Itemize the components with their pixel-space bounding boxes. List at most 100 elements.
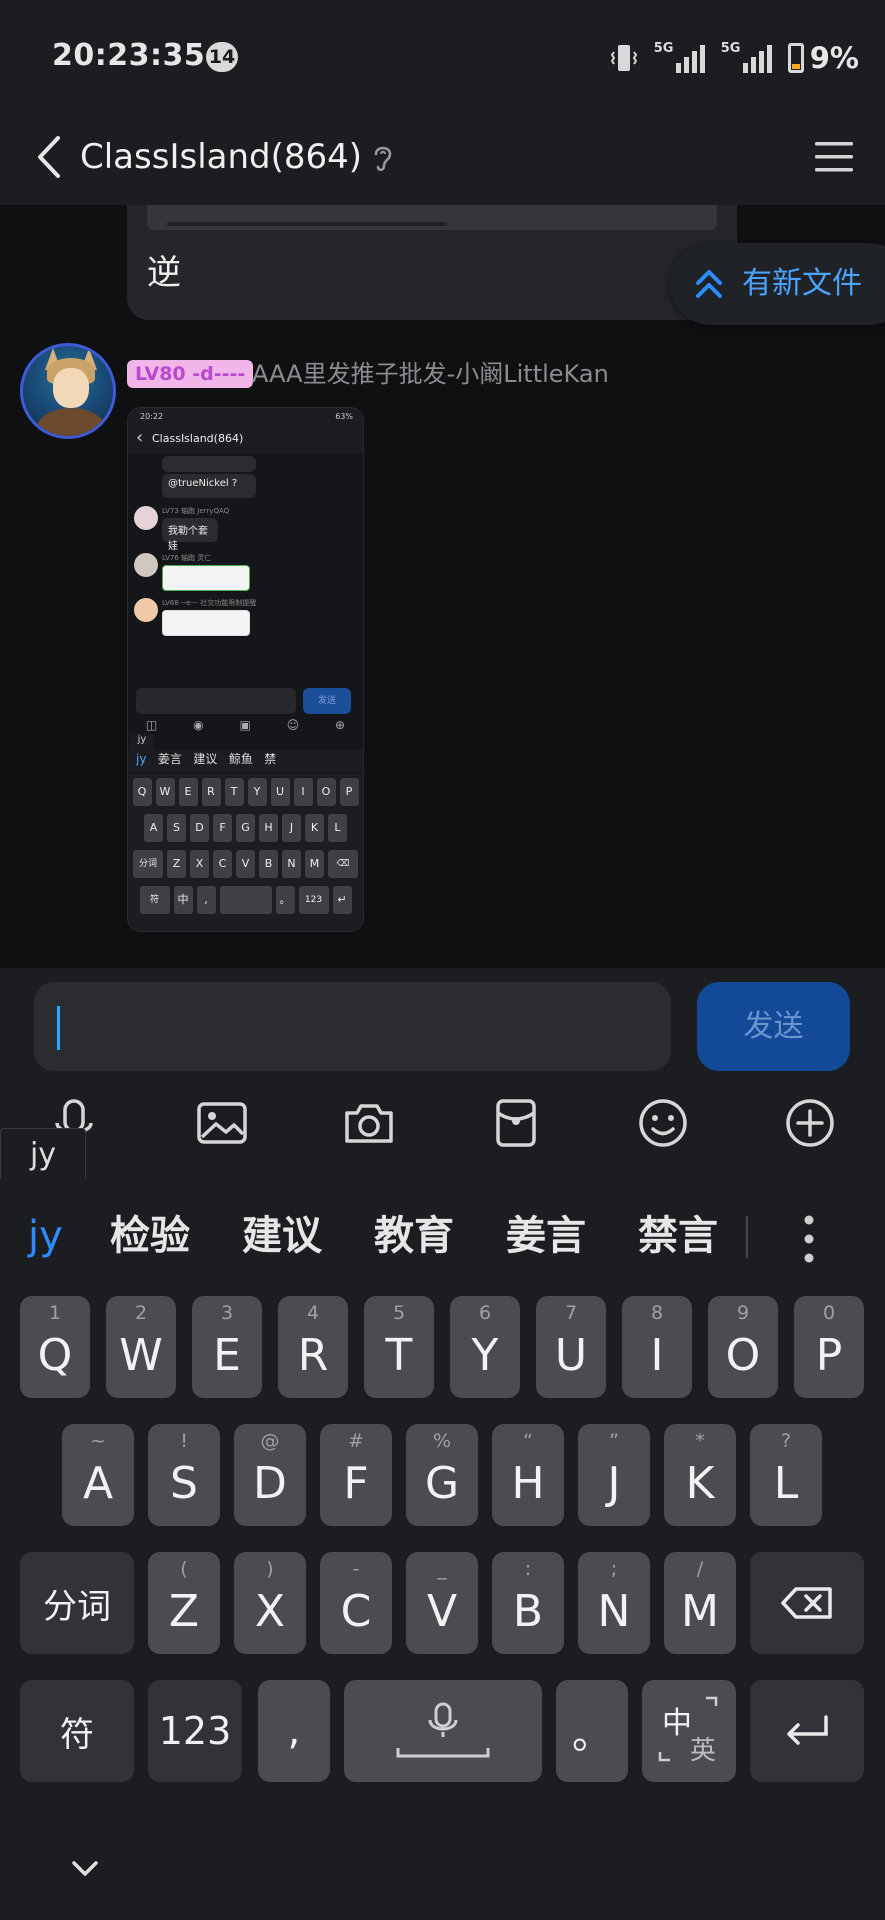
thumb-status-bar: 20:22 63% — [128, 408, 363, 424]
emoji-icon[interactable] — [637, 1097, 689, 1149]
key-w[interactable]: 2W — [106, 1296, 176, 1398]
space-microphone-icon — [396, 1702, 490, 1758]
key-i[interactable]: 8I — [622, 1296, 692, 1398]
image-message[interactable]: 20:22 63% ClassIsland(864) @trueNickel ?… — [127, 407, 364, 932]
key-t[interactable]: 5T — [364, 1296, 434, 1398]
key-d[interactable]: @ D — [234, 1424, 306, 1526]
thumb-user-name: LV73 轴跑 JerryQAQ — [162, 507, 230, 515]
key-x[interactable]: ) X — [234, 1552, 306, 1654]
candidate-bar: jy 检验 建议 教育 姜言 禁言 — [0, 1178, 885, 1294]
language-brackets-icon — [658, 1696, 718, 1762]
candidate-pinyin[interactable]: jy — [28, 1208, 63, 1264]
candidate-1[interactable]: 检验 — [110, 1208, 190, 1264]
key-r[interactable]: 4R — [278, 1296, 348, 1398]
key-c[interactable]: -C — [320, 1552, 392, 1654]
message-input[interactable] — [34, 982, 671, 1071]
composer-toolbar — [0, 1073, 885, 1178]
enter-key[interactable] — [750, 1680, 864, 1782]
image-icon[interactable] — [196, 1097, 248, 1149]
key-u[interactable]: 7U — [536, 1296, 606, 1398]
chat-message-list[interactable]: 逆 有新文件 LV80 -d---- AAA里发推子批发-小阚LittleKan… — [0, 205, 885, 968]
thumb-card — [162, 565, 250, 591]
message-composer: 发送 — [0, 968, 885, 1073]
thumb-card — [162, 610, 250, 636]
status-indicators: 5G 5G 9% — [610, 38, 859, 78]
space-key[interactable] — [344, 1680, 542, 1782]
status-bar: 20:23:35 14 5G 5G 9% — [0, 0, 885, 110]
chat-title[interactable]: ClassIsland(864) — [80, 132, 362, 182]
symbols-key[interactable]: 符 — [20, 1680, 134, 1782]
signal-1-icon: 5G — [654, 41, 705, 73]
thumb-toolbar: ◫ ◉ ▣ ☺ ⊕ — [145, 718, 346, 732]
new-file-label: 有新文件 — [742, 266, 862, 301]
double-chevron-up-icon — [696, 270, 722, 298]
thumb-quote-bubble — [162, 456, 256, 472]
previous-message-bubble[interactable]: 逆 — [127, 205, 737, 320]
sender-avatar[interactable] — [20, 343, 116, 439]
key-b[interactable]: :B — [492, 1552, 564, 1654]
thumb-message: 我勒个套娃 — [162, 518, 218, 552]
send-button[interactable]: 发送 — [697, 982, 850, 1071]
key-l[interactable]: ? L — [750, 1424, 822, 1526]
new-file-button[interactable]: 有新文件 — [670, 243, 885, 325]
backspace-key[interactable] — [750, 1552, 864, 1654]
key-s[interactable]: ! S — [148, 1424, 220, 1526]
comma-key[interactable]: , — [258, 1680, 330, 1782]
key-p[interactable]: 0P — [794, 1296, 864, 1398]
battery-icon — [787, 43, 804, 73]
thumb-header: ClassIsland(864) — [128, 424, 363, 454]
red-packet-icon[interactable] — [490, 1097, 542, 1149]
status-time: 20:23:35 — [52, 38, 206, 73]
thumb-input — [136, 688, 296, 714]
key-n[interactable]: ; N — [578, 1552, 650, 1654]
previous-message-text: 逆 — [147, 253, 181, 293]
quoted-image-preview — [147, 205, 717, 230]
chat-header: ClassIsland(864) — [0, 110, 885, 205]
key-h[interactable]: “H — [492, 1424, 564, 1526]
sender-name[interactable]: AAA里发推子批发-小阚LittleKan — [252, 357, 609, 391]
candidate-divider — [746, 1216, 748, 1258]
camera-icon[interactable] — [343, 1097, 395, 1149]
thumb-message: @trueNickel ? — [162, 474, 256, 498]
thumb-keyboard: QW ER TY UI OP AS DF GH JK L 分词 ZX CV BN… — [128, 774, 363, 931]
key-k[interactable]: * K — [664, 1424, 736, 1526]
key-q[interactable]: 1Q — [20, 1296, 90, 1398]
thumb-avatar — [134, 598, 158, 622]
signal-2-icon: 5G — [721, 41, 772, 73]
thumb-user-name: LV76 轴跑 灵仁 — [162, 554, 212, 562]
enter-icon — [787, 1715, 828, 1745]
key-z[interactable]: (Z — [148, 1552, 220, 1654]
key-y[interactable]: 6Y — [450, 1296, 520, 1398]
battery-percent: 9% — [809, 41, 859, 75]
ear-icon[interactable] — [368, 140, 398, 176]
text-cursor — [57, 1006, 60, 1050]
key-g[interactable]: % G — [406, 1424, 478, 1526]
period-key[interactable]: 。 — [556, 1680, 628, 1782]
key-m[interactable]: / M — [664, 1552, 736, 1654]
back-arrow-icon[interactable] — [30, 132, 70, 182]
more-vertical-icon[interactable] — [796, 1214, 822, 1264]
candidate-3[interactable]: 教育 — [374, 1208, 454, 1264]
ime-keyboard: jy 检验 建议 教育 姜言 禁言 1Q 2W 3E 4R 5T 6Y 7U 8… — [0, 1178, 885, 1920]
segment-key[interactable]: 分词 — [20, 1552, 134, 1654]
key-v[interactable]: _ V — [406, 1552, 478, 1654]
thumb-avatar — [134, 506, 158, 530]
backspace-icon — [781, 1587, 832, 1619]
candidate-4[interactable]: 姜言 — [506, 1208, 586, 1264]
chevron-down-icon[interactable] — [70, 1858, 100, 1880]
key-o[interactable]: 9O — [708, 1296, 778, 1398]
battery-indicator: 9% — [787, 41, 859, 75]
pinyin-composition-tag: jy — [0, 1128, 86, 1180]
key-f[interactable]: # F — [320, 1424, 392, 1526]
numbers-key[interactable]: 123 — [148, 1680, 242, 1782]
candidate-2[interactable]: 建议 — [242, 1208, 322, 1264]
candidate-5[interactable]: 禁言 — [638, 1208, 718, 1264]
thumb-user-name: LV68 --e--- 社交功能限制提醒 — [162, 599, 257, 607]
plus-icon[interactable] — [784, 1097, 836, 1149]
menu-icon[interactable] — [813, 138, 855, 176]
key-a[interactable]: ~ A — [62, 1424, 134, 1526]
thumb-candidates: jy 姜言 建议 鲸鱼 禁 — [128, 750, 363, 772]
key-j[interactable]: ” J — [578, 1424, 650, 1526]
key-e[interactable]: 3E — [192, 1296, 262, 1398]
language-switch-key[interactable]: 中 英 — [642, 1680, 736, 1782]
